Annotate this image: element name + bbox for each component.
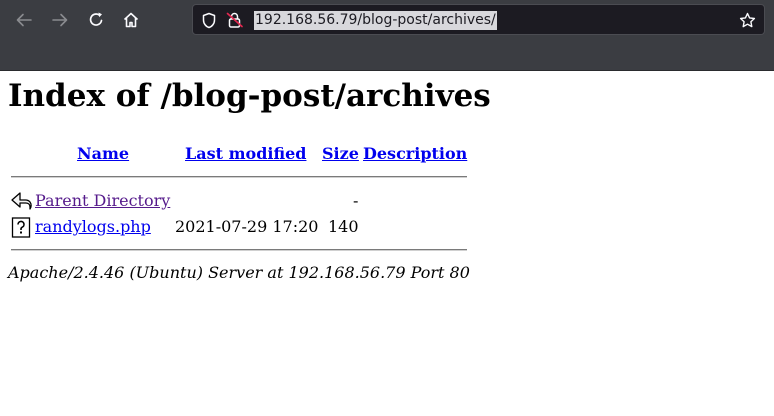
address-bar[interactable]: 192.168.56.79/blog-post/archives/ [192,4,765,35]
page-title: Index of /blog-post/archives [8,78,491,114]
home-button[interactable] [117,6,145,34]
sort-by-size-link[interactable]: Size [322,144,359,163]
unknown-file-icon [11,217,31,238]
row-last-modified: 2021-07-29 17:20 [175,217,319,236]
row-size: - [353,191,359,210]
parent-directory-icon [11,191,32,211]
reload-button[interactable] [82,6,110,34]
back-button[interactable] [10,6,38,34]
insecure-lock-icon[interactable] [226,11,244,33]
server-signature: Apache/2.4.46 (Ubuntu) Server at 192.168… [8,263,470,282]
reload-icon [87,11,105,29]
sort-by-name-link[interactable]: Name [77,144,129,163]
sort-by-description-link[interactable]: Description [363,144,467,163]
url-text[interactable]: 192.168.56.79/blog-post/archives/ [254,11,497,30]
row-size: 140 [328,217,359,236]
header-divider [11,176,467,178]
arrow-left-icon [15,11,33,29]
arrow-right-icon [51,11,69,29]
footer-divider [11,249,467,251]
sort-by-last-modified-link[interactable]: Last modified [185,144,306,163]
forward-button[interactable] [46,6,74,34]
home-icon [122,11,140,29]
parent-directory-link[interactable]: Parent Directory [35,191,170,210]
browser-toolbar: 192.168.56.79/blog-post/archives/ [0,0,774,71]
shield-icon[interactable] [201,12,217,33]
star-icon[interactable] [739,12,756,33]
file-link-randylogs[interactable]: randylogs.php [35,217,151,236]
